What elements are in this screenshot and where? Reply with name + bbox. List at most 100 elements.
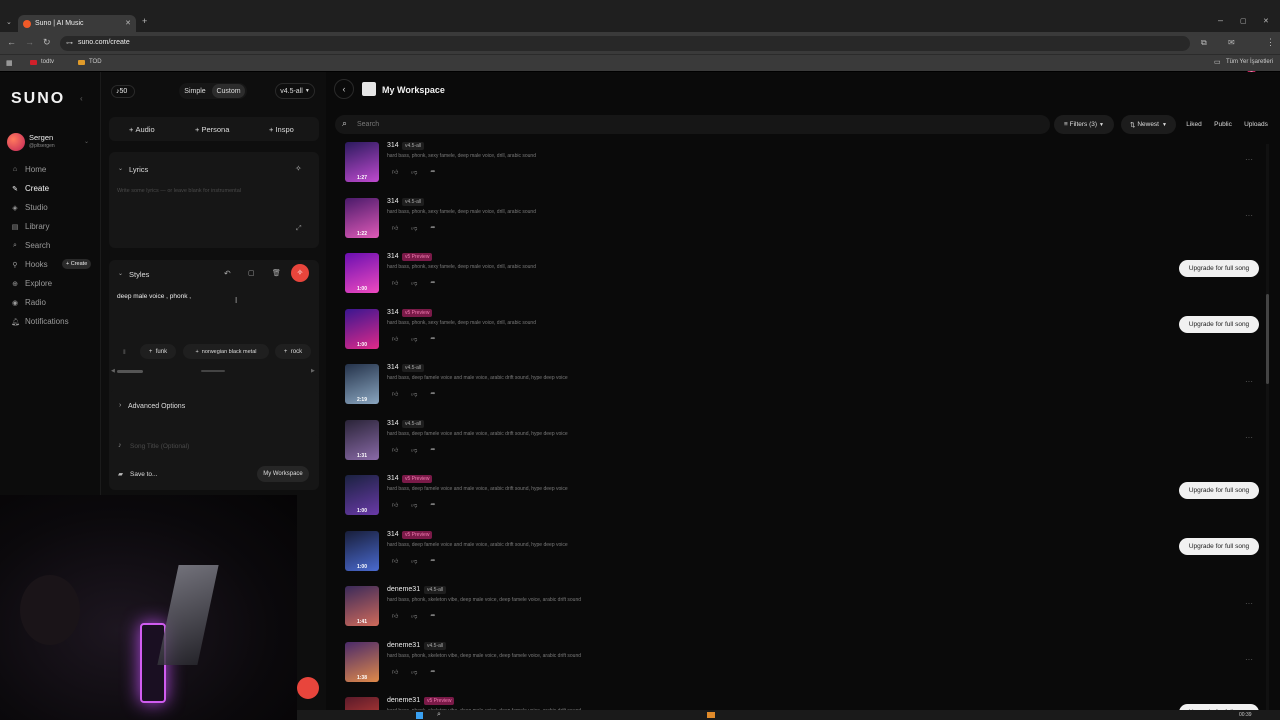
- song-title[interactable]: 314: [387, 142, 399, 149]
- more-options-icon[interactable]: ···: [1245, 433, 1253, 442]
- upgrade-button[interactable]: Upgrade for full song: [1179, 260, 1259, 277]
- thumbs-down-icon[interactable]: 👎︎: [411, 279, 417, 287]
- song-cover[interactable]: 1:22: [345, 197, 379, 238]
- more-options-icon[interactable]: ···: [1245, 599, 1253, 608]
- clock: 00:39: [1239, 712, 1252, 718]
- song-tags: hard bass, phonk, sexy famele, deep male…: [387, 264, 536, 270]
- version-badge: v4.5-all: [402, 142, 425, 150]
- thumbs-up-icon[interactable]: 👍︎: [392, 390, 398, 398]
- thumbs-down-icon[interactable]: 👎︎: [411, 224, 417, 232]
- song-cover[interactable]: 1:31: [345, 419, 379, 460]
- song-duration: 1:31: [356, 452, 367, 459]
- song-title[interactable]: 314: [387, 198, 399, 205]
- version-badge: v5 Preview: [424, 697, 455, 705]
- song-row[interactable]: 1:27 314 v4.5-all hard bass, phonk, sexy…: [345, 142, 1265, 197]
- version-badge: v5 Preview: [402, 308, 433, 317]
- more-options-icon[interactable]: ···: [1245, 155, 1253, 164]
- song-row[interactable]: 1:00 314 v5 Preview hard bass, phonk, se…: [345, 253, 1265, 308]
- thumbs-up-icon[interactable]: 👍︎: [392, 224, 398, 232]
- song-row[interactable]: 1:00 314 v5 Preview hard bass, phonk, se…: [345, 308, 1265, 364]
- song-row[interactable]: 1:31 314 v4.5-all hard bass, deep famele…: [345, 419, 1265, 475]
- share-icon[interactable]: ➦: [430, 612, 435, 620]
- song-row[interactable]: 1:41 deneme31 v4.5-all hard bass, phonk,…: [345, 586, 1265, 641]
- song-actions: 👍︎ 👎︎ ➦: [392, 446, 435, 454]
- song-cover[interactable]: 1:38: [345, 641, 379, 682]
- song-row[interactable]: 1:38 deneme31 v4.5-all hard bass, phonk,…: [345, 641, 1265, 697]
- song-title[interactable]: deneme31: [387, 642, 420, 649]
- song-title[interactable]: deneme31: [387, 697, 420, 704]
- thumbs-up-icon[interactable]: 👍︎: [392, 501, 398, 509]
- song-duration: 1:00: [356, 341, 367, 348]
- song-cover[interactable]: 1:00: [345, 475, 379, 515]
- start-icon[interactable]: [416, 712, 423, 719]
- song-tags: hard bass, phonk, sexy famele, deep male…: [387, 319, 536, 326]
- song-tags: hard bass, phonk, sexy famele, deep male…: [387, 208, 536, 215]
- share-icon[interactable]: ➦: [430, 390, 435, 398]
- thumbs-down-icon[interactable]: 👎︎: [411, 446, 417, 454]
- share-icon[interactable]: ➦: [430, 168, 435, 176]
- song-title[interactable]: 314: [387, 420, 399, 427]
- share-icon[interactable]: ➦: [430, 446, 435, 454]
- thumbs-up-icon[interactable]: 👍︎: [392, 668, 398, 676]
- song-cover[interactable]: 1:00: [345, 308, 379, 349]
- share-icon[interactable]: ➦: [430, 335, 435, 343]
- song-tags: hard bass, deep famele voice and male vo…: [387, 486, 568, 492]
- share-icon[interactable]: ➦: [430, 557, 435, 565]
- thumbs-up-icon[interactable]: 👍︎: [392, 168, 398, 176]
- thumbs-up-icon[interactable]: 👍︎: [392, 335, 398, 343]
- song-cover[interactable]: [345, 697, 379, 710]
- share-icon[interactable]: ➦: [430, 501, 435, 509]
- thumbs-down-icon[interactable]: 👎︎: [411, 557, 417, 565]
- song-row[interactable]: 2:19 314 v4.5-all hard bass, deep famele…: [345, 364, 1265, 419]
- upgrade-button[interactable]: Upgrade for full song: [1179, 315, 1259, 333]
- song-title[interactable]: 314: [387, 253, 399, 260]
- song-title[interactable]: 314: [387, 531, 399, 538]
- song-tags: hard bass, deep famele voice and male vo…: [387, 430, 568, 437]
- song-actions: 👍︎ 👎︎ ➦: [392, 612, 435, 620]
- song-duration: 1:00: [356, 286, 367, 292]
- song-actions: 👍︎ 👎︎ ➦: [392, 224, 435, 232]
- person-silhouette: [20, 575, 80, 645]
- taskbar-search-icon[interactable]: ⌕: [437, 711, 441, 719]
- song-cover[interactable]: 1:00: [345, 253, 379, 293]
- song-tags: hard bass, deep famele voice and male vo…: [387, 541, 568, 548]
- more-options-icon[interactable]: ···: [1245, 211, 1253, 220]
- thumbs-up-icon[interactable]: 👍︎: [392, 446, 398, 454]
- song-tags: hard bass, phonk, skeleton vibe, deep ma…: [387, 652, 582, 659]
- song-cover[interactable]: 1:00: [345, 530, 379, 571]
- thumbs-up-icon[interactable]: 👍︎: [392, 612, 398, 620]
- song-title[interactable]: 314: [387, 309, 399, 316]
- song-duration: 1:00: [356, 563, 367, 570]
- song-cover[interactable]: 1:41: [345, 586, 379, 626]
- song-title[interactable]: 314: [387, 475, 399, 482]
- thumbs-down-icon[interactable]: 👎︎: [411, 335, 417, 343]
- song-row[interactable]: 1:00 314 v5 Preview hard bass, deep fame…: [345, 530, 1265, 586]
- song-row[interactable]: 1:22 314 v4.5-all hard bass, phonk, sexy…: [345, 197, 1265, 253]
- more-options-icon[interactable]: ···: [1245, 655, 1253, 664]
- song-tags: hard bass, phonk, sexy famele, deep male…: [387, 153, 536, 159]
- upgrade-button[interactable]: Upgrade for full song: [1179, 482, 1259, 499]
- thumbs-down-icon[interactable]: 👎︎: [411, 390, 417, 398]
- webcam-overlay: [0, 495, 297, 720]
- thumbs-down-icon[interactable]: 👎︎: [411, 168, 417, 176]
- song-title[interactable]: deneme31: [387, 586, 420, 593]
- thumbs-up-icon[interactable]: 👍︎: [392, 557, 398, 565]
- version-badge: v5 Preview: [402, 530, 433, 539]
- thumbs-up-icon[interactable]: 👍︎: [392, 279, 398, 287]
- thumbs-down-icon[interactable]: 👎︎: [411, 668, 417, 676]
- share-icon[interactable]: ➦: [430, 224, 435, 232]
- song-tags: hard bass, phonk, skeleton vibe, deep ma…: [387, 597, 582, 603]
- upgrade-button[interactable]: Upgrade for full song: [1179, 537, 1259, 555]
- song-cover[interactable]: 2:19: [345, 364, 379, 404]
- chrome-taskbar-icon[interactable]: [707, 712, 715, 718]
- song-title[interactable]: 314: [387, 364, 399, 371]
- share-icon[interactable]: ➦: [430, 279, 435, 287]
- thumbs-down-icon[interactable]: 👎︎: [411, 612, 417, 620]
- song-cover[interactable]: 1:27: [345, 142, 379, 182]
- thumbs-down-icon[interactable]: 👎︎: [411, 501, 417, 509]
- song-row[interactable]: deneme31 v5 Preview hard bass, phonk, sk…: [345, 697, 1265, 710]
- share-icon[interactable]: ➦: [430, 668, 435, 676]
- version-badge: v4.5-all: [402, 419, 425, 428]
- more-options-icon[interactable]: ···: [1245, 377, 1253, 386]
- song-row[interactable]: 1:00 314 v5 Preview hard bass, deep fame…: [345, 475, 1265, 530]
